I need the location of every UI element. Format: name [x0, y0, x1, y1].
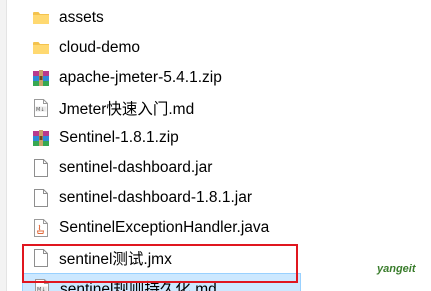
markdown-file-icon: M↓: [32, 98, 50, 118]
file-name: sentinel规则持久化.md: [60, 281, 217, 291]
file-name: SentinelExceptionHandler.java: [59, 219, 270, 236]
list-item-jmeter-md[interactable]: M↓ Jmeter快速入门.md: [22, 93, 302, 123]
file-name: sentinel-dashboard-1.8.1.jar: [59, 189, 253, 206]
list-item-apache-jmeter-zip[interactable]: apache-jmeter-5.4.1.zip: [22, 63, 302, 93]
svg-text:M↓: M↓: [36, 107, 45, 113]
blank-file-icon: [32, 158, 50, 178]
list-item-sentinel-dashboard-1-8-1-jar[interactable]: sentinel-dashboard-1.8.1.jar: [22, 183, 302, 213]
file-explorer-pane: assets cloud-demo apache-jmeter-5.4.1.zi…: [0, 0, 431, 291]
list-item-sentinel-exception-handler-java[interactable]: SentinelExceptionHandler.java: [22, 213, 302, 243]
file-name: Sentinel-1.8.1.zip: [59, 129, 179, 146]
list-item-cloud-demo[interactable]: cloud-demo: [22, 33, 302, 63]
list-item-sentinel-zip[interactable]: Sentinel-1.8.1.zip: [22, 123, 302, 153]
blank-file-icon: [32, 248, 50, 268]
zip-archive-icon: [32, 68, 50, 88]
folder-icon: [32, 38, 50, 58]
file-name: assets: [59, 9, 104, 26]
svg-text:M↓: M↓: [37, 287, 46, 291]
file-name: cloud-demo: [59, 39, 140, 56]
java-file-icon: [32, 218, 50, 238]
list-item-assets[interactable]: assets: [22, 3, 302, 33]
list-item-sentinel-dashboard-jar[interactable]: sentinel-dashboard.jar: [22, 153, 302, 183]
navigation-pane-edge[interactable]: [0, 0, 7, 291]
file-name: apache-jmeter-5.4.1.zip: [59, 69, 222, 86]
folder-icon: [32, 8, 50, 28]
markdown-file-icon: M↓: [33, 278, 51, 291]
list-item-sentinel-test-jmx[interactable]: sentinel测试.jmx: [22, 243, 302, 273]
file-name: Jmeter快速入门.md: [59, 101, 195, 118]
watermark: yangeit: [377, 263, 416, 275]
file-list: assets cloud-demo apache-jmeter-5.4.1.zi…: [22, 3, 302, 291]
blank-file-icon: [32, 188, 50, 208]
file-name: sentinel测试.jmx: [59, 251, 172, 268]
list-item-sentinel-rules-persistence-md[interactable]: M↓ sentinel规则持久化.md: [22, 273, 301, 291]
zip-archive-icon: [32, 128, 50, 148]
file-name: sentinel-dashboard.jar: [59, 159, 213, 176]
